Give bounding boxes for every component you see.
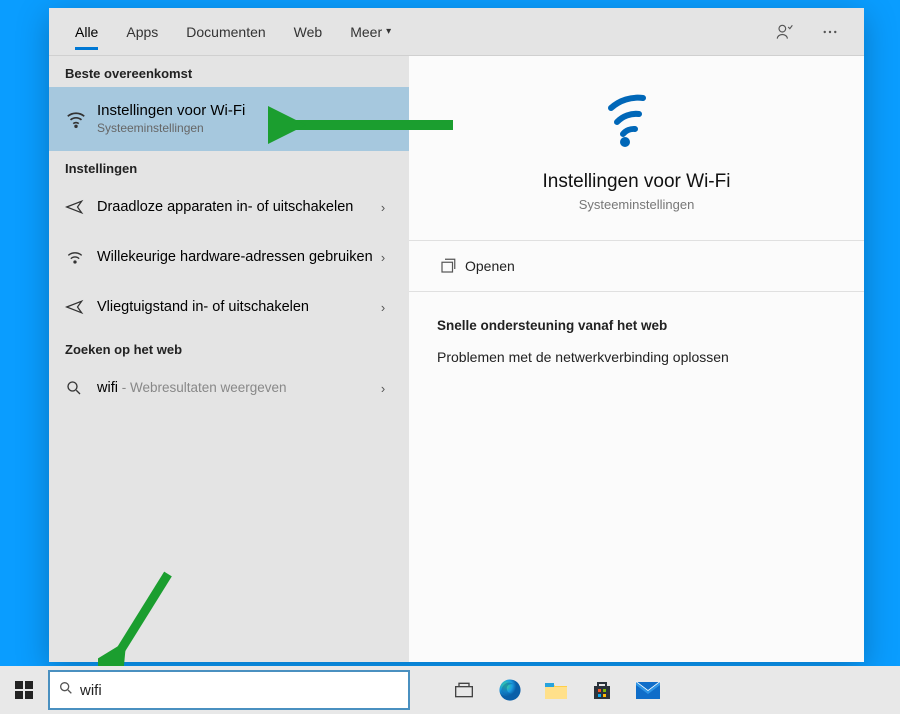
more-options-icon[interactable] xyxy=(816,18,844,46)
open-label: Openen xyxy=(465,258,515,274)
settings-result-random-hw[interactable]: Willekeurige hardware-adressen gebruiken… xyxy=(49,232,409,282)
preview-title: Instellingen voor Wi-Fi xyxy=(437,171,836,193)
section-best-match: Beste overeenkomst xyxy=(49,56,409,87)
result-subtitle: Systeeminstellingen xyxy=(97,121,393,137)
taskbar xyxy=(0,666,900,714)
taskbar-search-box[interactable] xyxy=(48,670,410,710)
tab-all[interactable]: Alle xyxy=(61,8,112,56)
taskbar-pinned-apps xyxy=(410,670,666,710)
airplane-icon xyxy=(65,297,91,317)
web-search-result[interactable]: wifi - Webresultaten weergeven › xyxy=(49,363,409,413)
tab-web[interactable]: Web xyxy=(280,8,337,56)
result-title: Instellingen voor Wi-Fi xyxy=(97,101,393,121)
file-explorer-icon[interactable] xyxy=(538,670,574,710)
chevron-right-icon: › xyxy=(373,250,393,265)
open-icon xyxy=(439,257,465,275)
open-action[interactable]: Openen xyxy=(437,241,836,291)
result-title: Draadloze apparaten in- of uitschakelen xyxy=(97,198,373,217)
windows-icon xyxy=(15,681,33,699)
airplane-icon xyxy=(65,197,91,217)
task-view-button[interactable] xyxy=(446,670,482,710)
chevron-right-icon: › xyxy=(373,300,393,315)
edge-browser-icon[interactable] xyxy=(492,670,528,710)
settings-result-wireless-toggle[interactable]: Draadloze apparaten in- of uitschakelen … xyxy=(49,182,409,232)
mail-icon[interactable] xyxy=(630,670,666,710)
start-button[interactable] xyxy=(0,666,48,714)
results-list: Beste overeenkomst Instellingen voor Wi-… xyxy=(49,56,409,662)
web-query: wifi xyxy=(97,380,118,396)
preview-pane: Instellingen voor Wi-Fi Systeeminstellin… xyxy=(409,56,864,662)
wifi-icon xyxy=(65,247,91,267)
search-icon xyxy=(65,379,91,397)
chevron-right-icon: › xyxy=(373,200,393,215)
result-title: Vliegtuigstand in- of uitschakelen xyxy=(97,298,373,317)
wifi-icon xyxy=(65,108,91,130)
result-title: Willekeurige hardware-adressen gebruiken xyxy=(97,248,373,267)
feedback-icon[interactable] xyxy=(770,18,798,46)
tab-more[interactable]: Meer ▾ xyxy=(336,8,405,56)
search-input[interactable] xyxy=(80,682,400,699)
best-match-result[interactable]: Instellingen voor Wi-Fi Systeeminstellin… xyxy=(49,87,409,151)
chevron-right-icon: › xyxy=(373,381,393,396)
microsoft-store-icon[interactable] xyxy=(584,670,620,710)
tab-apps[interactable]: Apps xyxy=(112,8,172,56)
quick-support-link[interactable]: Problemen met de netwerkverbinding oplos… xyxy=(437,343,836,371)
section-web-search: Zoeken op het web xyxy=(49,332,409,363)
search-results-panel: Alle Apps Documenten Web Meer ▾ Beste ov… xyxy=(49,8,864,662)
web-suffix: - Webresultaten weergeven xyxy=(118,380,287,395)
section-settings: Instellingen xyxy=(49,151,409,182)
filter-tabs: Alle Apps Documenten Web Meer ▾ xyxy=(49,8,864,56)
tab-documents[interactable]: Documenten xyxy=(172,8,279,56)
settings-result-airplane-mode[interactable]: Vliegtuigstand in- of uitschakelen › xyxy=(49,282,409,332)
preview-subtitle: Systeeminstellingen xyxy=(437,197,836,212)
wifi-large-icon xyxy=(605,92,669,153)
chevron-down-icon: ▾ xyxy=(386,26,391,37)
quick-support-label: Snelle ondersteuning vanaf het web xyxy=(437,292,836,343)
search-icon xyxy=(58,680,74,701)
